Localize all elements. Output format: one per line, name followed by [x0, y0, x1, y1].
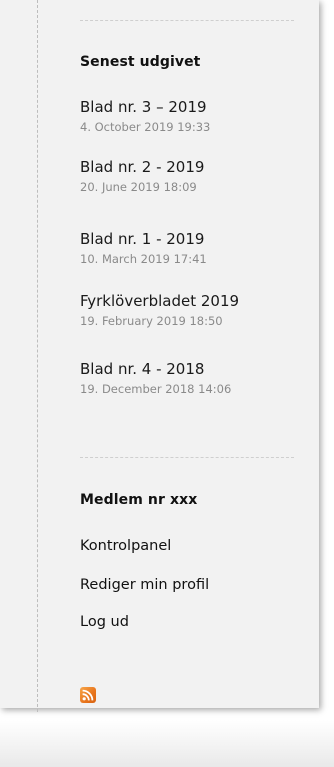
logout-link[interactable]: Log ud: [80, 613, 129, 631]
member-widget-title: Medlem nr xxx: [80, 492, 198, 508]
post-item: Blad nr. 2 - 2019 20. June 2019 18:09: [80, 158, 310, 194]
post-date: 10. March 2019 17:41: [80, 252, 207, 266]
rss-icon-graphic: [82, 689, 94, 701]
post-title-link[interactable]: Fyrklöverbladet 2019: [80, 292, 310, 310]
edit-profile-link[interactable]: Rediger min profil: [80, 576, 209, 594]
latest-widget-title: Senest udgivet: [80, 54, 201, 70]
post-date: 19. December 2018 14:06: [80, 382, 232, 396]
post-title-link[interactable]: Blad nr. 2 - 2019: [80, 158, 310, 176]
sidebar: Senest udgivet Blad nr. 3 – 2019 4. Octo…: [0, 0, 319, 712]
sidebar-left-divider: [37, 0, 38, 712]
rss-icon[interactable]: [80, 687, 96, 703]
post-title-link[interactable]: Blad nr. 3 – 2019: [80, 98, 310, 116]
post-item: Fyrklöverbladet 2019 19. February 2019 1…: [80, 292, 310, 328]
post-title-link[interactable]: Blad nr. 4 - 2018: [80, 360, 310, 378]
post-date: 4. October 2019 19:33: [80, 120, 211, 134]
post-item: Blad nr. 1 - 2019 10. March 2019 17:41: [80, 230, 310, 266]
section-divider: [80, 457, 294, 458]
post-date: 19. February 2019 18:50: [80, 314, 223, 328]
control-panel-link[interactable]: Kontrolpanel: [80, 537, 171, 555]
post-title-link[interactable]: Blad nr. 1 - 2019: [80, 230, 310, 248]
post-item: Blad nr. 4 - 2018 19. December 2018 14:0…: [80, 360, 310, 396]
page: Senest udgivet Blad nr. 3 – 2019 4. Octo…: [0, 0, 334, 767]
post-item: Blad nr. 3 – 2019 4. October 2019 19:33: [80, 98, 310, 134]
post-date: 20. June 2019 18:09: [80, 180, 197, 194]
top-divider: [80, 20, 294, 21]
